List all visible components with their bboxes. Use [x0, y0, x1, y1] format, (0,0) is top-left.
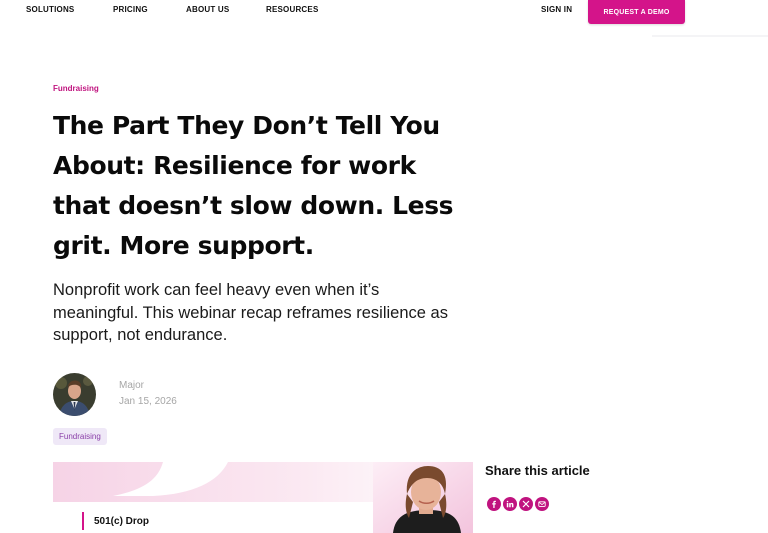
article-lede: Nonprofit work can feel heavy even when … — [53, 281, 448, 344]
linkedin-icon[interactable] — [503, 497, 517, 511]
sign-in-link[interactable]: SIGN IN — [541, 5, 572, 14]
request-demo-button[interactable]: REQUEST A DEMO — [588, 0, 685, 24]
tag-badge[interactable]: Fundraising — [53, 428, 107, 445]
nav-resources[interactable]: RESOURCES — [266, 5, 318, 14]
x-icon[interactable] — [519, 497, 533, 511]
facebook-icon[interactable] — [487, 497, 501, 511]
author-avatar — [53, 373, 96, 416]
brand-logo-text: 501(c) Drop — [82, 512, 149, 530]
share-icons — [487, 497, 549, 511]
nav-about-us[interactable]: ABOUT US — [186, 5, 229, 14]
article-title: The Part They Don’t Tell You About: Resi… — [53, 111, 454, 260]
nav-pricing[interactable]: PRICING — [113, 5, 148, 14]
share-title: Share this article — [485, 463, 590, 478]
email-icon[interactable] — [535, 497, 549, 511]
publish-date: Jan 15, 2026 — [119, 396, 177, 407]
author-name[interactable]: Major — [119, 380, 144, 391]
article-category[interactable]: Fundraising — [53, 84, 99, 93]
nav-solutions[interactable]: SOLUTIONS — [26, 5, 74, 14]
nav-divider — [652, 35, 768, 37]
